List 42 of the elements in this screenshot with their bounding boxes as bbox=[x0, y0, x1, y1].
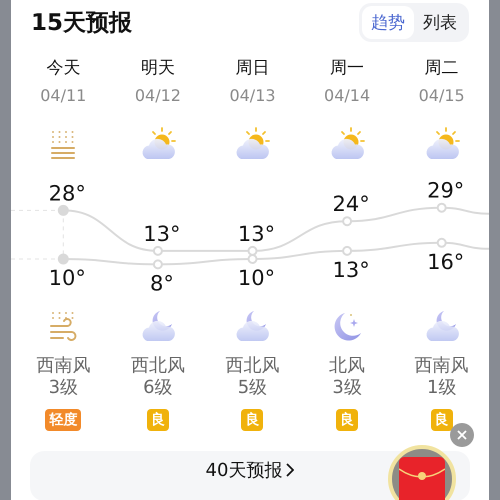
air-quality-badge: 轻度 bbox=[45, 409, 82, 431]
wind-level: 6级 bbox=[143, 377, 173, 399]
view-tab[interactable]: 列表 bbox=[414, 6, 466, 38]
close-icon[interactable] bbox=[450, 423, 474, 447]
wind-direction: 西北风 bbox=[130, 355, 185, 377]
high-temperature: 24° bbox=[332, 192, 370, 216]
wind-level: 3级 bbox=[332, 377, 362, 399]
envelope-icon bbox=[399, 457, 445, 500]
day-name: 今天 bbox=[46, 57, 80, 80]
day-date: 04/12 bbox=[134, 85, 181, 107]
air-quality-badge: 良 bbox=[241, 409, 264, 431]
wind-level: 1级 bbox=[426, 377, 456, 399]
day-date: 04/15 bbox=[418, 85, 465, 107]
wind-direction: 西南风 bbox=[36, 355, 90, 377]
low-temperature: 10° bbox=[238, 266, 276, 290]
day-name: 周日 bbox=[235, 57, 270, 80]
day-date: 04/14 bbox=[324, 85, 370, 107]
high-temperature: 29° bbox=[427, 178, 464, 203]
low-temperature: 10° bbox=[48, 266, 86, 290]
day-date: 04/11 bbox=[40, 85, 86, 107]
high-temperature: 28° bbox=[48, 181, 86, 206]
floating-button[interactable] bbox=[388, 445, 456, 500]
wind-level: 3级 bbox=[48, 377, 78, 399]
wind-direction: 北风 bbox=[329, 355, 366, 377]
wind-level: 5级 bbox=[238, 377, 268, 399]
day-name: 周二 bbox=[424, 57, 459, 80]
day-date: 04/13 bbox=[229, 85, 276, 107]
wind-direction: 西南风 bbox=[414, 355, 469, 377]
wind-direction: 西北风 bbox=[225, 355, 280, 377]
day-name: 周一 bbox=[330, 57, 364, 80]
panel-title: 15天预报 bbox=[31, 8, 132, 38]
day-name: 明天 bbox=[140, 57, 175, 80]
view-tab[interactable]: 趋势 bbox=[362, 6, 414, 38]
chevron-icon bbox=[286, 463, 294, 477]
low-temperature: 13° bbox=[332, 258, 370, 282]
air-quality-badge: 良 bbox=[430, 409, 453, 431]
air-quality-badge: 良 bbox=[336, 409, 358, 431]
low-temperature: 8° bbox=[150, 271, 174, 295]
air-quality-badge: 良 bbox=[146, 409, 169, 431]
high-temperature: 13° bbox=[238, 222, 276, 246]
high-temperature: 13° bbox=[143, 222, 181, 246]
low-temperature: 16° bbox=[427, 250, 464, 274]
